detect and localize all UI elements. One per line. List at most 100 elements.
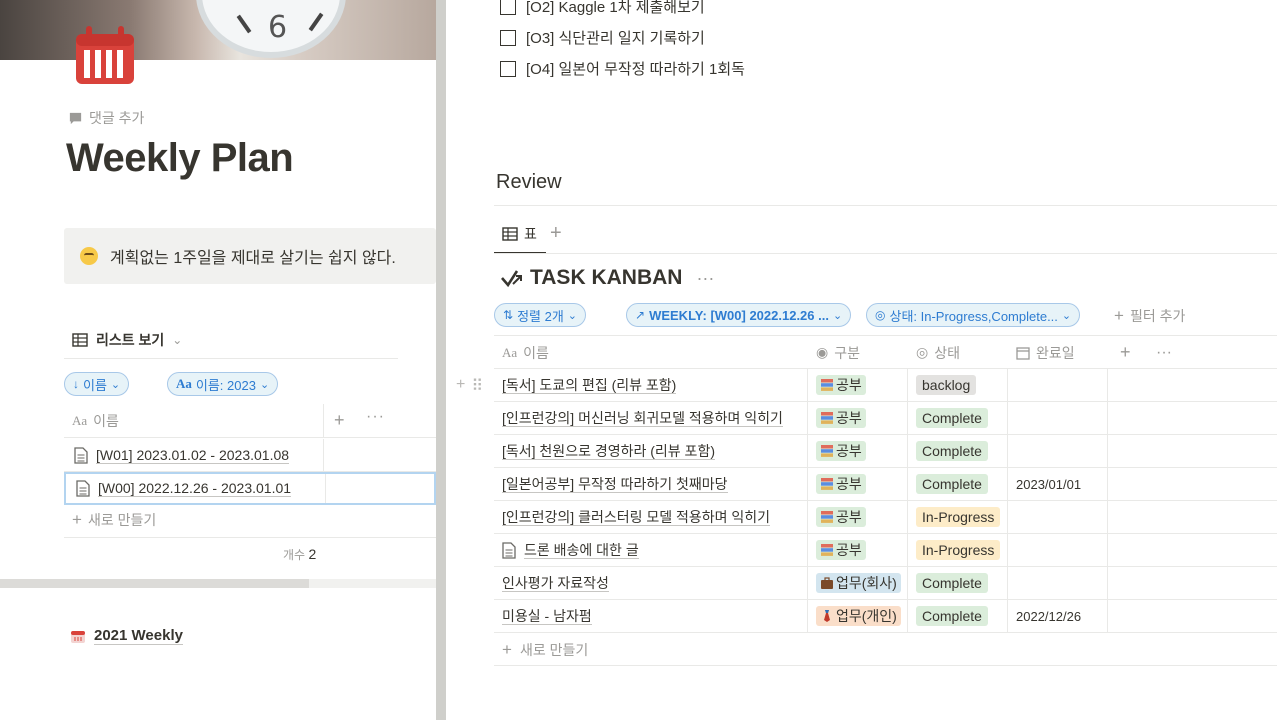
row-drag-handle[interactable]: + ⠿ <box>456 376 483 396</box>
document-icon <box>502 541 516 559</box>
checkbox[interactable] <box>500 60 516 77</box>
column-label: 이름 <box>93 412 119 429</box>
type-tag[interactable]: 업무(개인) <box>816 606 901 626</box>
row-name[interactable]: [인프런강의] 클러스터링 모델 적용하며 익히기 <box>502 509 771 526</box>
date-cell[interactable] <box>1008 534 1108 566</box>
date-cell[interactable] <box>1008 369 1108 401</box>
chevron-down-icon: ⌄ <box>110 378 121 391</box>
checkbox[interactable] <box>500 0 516 15</box>
sort-pill[interactable]: ↓ 이름 ⌄ <box>64 372 130 396</box>
database-title[interactable]: TASK KANBAN ··· <box>500 266 714 290</box>
add-comment-label: 댓글 추가 <box>89 110 145 126</box>
left-panel: 6 댓글 추가 Weekly Plan 계획없는 1주일을 제대로 살기는 쉽지… <box>0 0 436 720</box>
column-header-name[interactable]: Aa 이름 <box>64 403 324 438</box>
table-row[interactable]: [W00] 2022.12.26 - 2023.01.01 <box>64 472 436 505</box>
table-row[interactable]: [독서] 도쿄의 편집 (리뷰 포함) 공부 backlog <box>494 369 1277 402</box>
status-badge[interactable]: Complete <box>916 408 988 428</box>
sort-arrows-icon: ⇅ <box>503 308 514 322</box>
more-icon[interactable]: ··· <box>1148 336 1172 369</box>
table-row[interactable]: [W01] 2023.01.02 - 2023.01.08 <box>64 439 436 472</box>
column-header-status[interactable]: ◎ 상태 <box>908 336 960 369</box>
weekly-filter-pill[interactable]: ↗ WEEKLY: [W00] 2022.12.26 ... ⌄ <box>626 303 852 327</box>
add-view-icon[interactable]: + <box>550 222 562 245</box>
table-row[interactable]: [독서] 천원으로 경영하라 (리뷰 포함) 공부 Complete <box>494 435 1277 468</box>
row-title[interactable]: [W00] 2022.12.26 - 2023.01.01 <box>98 480 292 497</box>
filter-pill[interactable]: Aa 이름: 2023 ⌄ <box>167 372 279 396</box>
plus-icon: + <box>72 510 82 529</box>
table-row[interactable]: [인프런강의] 머신러닝 회귀모델 적용하며 익히기 공부 Complete <box>494 402 1277 435</box>
column-header-date[interactable]: 완료일 <box>1008 336 1075 369</box>
date-cell[interactable]: 2023/01/01 <box>1008 468 1108 500</box>
more-icon[interactable]: ··· <box>696 268 714 289</box>
type-tag[interactable]: 공부 <box>816 441 866 461</box>
row-name[interactable]: [독서] 천원으로 경영하라 (리뷰 포함) <box>502 443 715 460</box>
type-tag[interactable]: 공부 <box>816 540 866 560</box>
tab-table-view[interactable]: 표 <box>502 224 537 244</box>
add-column-icon[interactable]: + <box>1112 336 1131 369</box>
status-badge[interactable]: In-Progress <box>916 540 1001 560</box>
more-icon[interactable]: ··· <box>366 408 385 426</box>
status-badge[interactable]: Complete <box>916 606 988 626</box>
add-filter-button[interactable]: + 필터 추가 <box>1114 306 1185 326</box>
table-row[interactable]: 인사평가 자료작성 업무(회사) Complete <box>494 567 1277 600</box>
list-view-tab[interactable]: 리스트 보기 ⌄ <box>72 330 182 350</box>
table-row[interactable]: [인프런강의] 클러스터링 모델 적용하며 익히기 공부 In-Progress <box>494 501 1277 534</box>
row-title[interactable]: [W01] 2023.01.02 - 2023.01.08 <box>96 447 290 464</box>
divider <box>494 665 1277 666</box>
date-cell[interactable] <box>1008 567 1108 599</box>
date-cell[interactable] <box>1008 501 1108 533</box>
row-name[interactable]: 드론 배송에 대한 글 <box>524 542 639 559</box>
page-link-2021-weekly[interactable]: 2021 Weekly <box>70 627 183 645</box>
callout-block[interactable]: 계획없는 1주일을 제대로 살기는 쉽지 않다. <box>64 228 436 284</box>
table-header: Aa 이름 + ··· <box>64 403 436 438</box>
status-badge[interactable]: Complete <box>916 573 988 593</box>
callout-text: 계획없는 1주일을 제대로 살기는 쉽지 않다. <box>110 250 396 267</box>
add-column-icon[interactable]: + <box>334 410 345 431</box>
date-cell[interactable] <box>1008 402 1108 434</box>
todo-item[interactable]: [O4] 일본어 무작정 따라하기 1회독 <box>500 58 745 79</box>
drag-handle-icon[interactable]: ⠿ <box>471 376 483 396</box>
date-cell[interactable]: 2022/12/26 <box>1008 600 1108 632</box>
status-badge[interactable]: Complete <box>916 474 988 494</box>
date-cell[interactable] <box>1008 435 1108 467</box>
todo-label: [O4] 일본어 무작정 따라하기 1회독 <box>526 61 745 78</box>
column-header-type[interactable]: ◉ 구분 <box>808 336 860 369</box>
row-name[interactable]: [일본어공부] 무작정 따라하기 첫째마당 <box>502 476 728 493</box>
plus-icon[interactable]: + <box>456 376 465 396</box>
sort-pill[interactable]: ⇅ 정렬 2개 ⌄ <box>494 303 587 327</box>
status-badge[interactable]: backlog <box>916 375 977 395</box>
todo-item[interactable]: [O2] Kaggle 1차 제출해보기 <box>500 0 705 17</box>
row-name[interactable]: 미용실 - 남자펌 <box>502 608 592 625</box>
type-tag[interactable]: 공부 <box>816 375 866 395</box>
table-row[interactable]: 드론 배송에 대한 글 공부 In-Progress <box>494 534 1277 567</box>
row-name[interactable]: [독서] 도쿄의 편집 (리뷰 포함) <box>502 377 677 394</box>
page-title[interactable]: Weekly Plan <box>66 136 294 181</box>
calendar-icon <box>1016 346 1030 360</box>
type-tag[interactable]: 공부 <box>816 507 866 527</box>
status-badge[interactable]: Complete <box>916 441 988 461</box>
row-count[interactable]: 개수 2 <box>283 546 316 563</box>
panel-divider[interactable] <box>436 0 446 720</box>
type-tag[interactable]: 공부 <box>816 474 866 494</box>
type-tag[interactable]: 업무(회사) <box>816 573 901 593</box>
column-label: 구분 <box>834 344 860 361</box>
checkbox[interactable] <box>500 29 516 46</box>
chevron-down-icon: ⌄ <box>172 333 183 347</box>
type-tag[interactable]: 공부 <box>816 408 866 428</box>
page-link-label: 2021 Weekly <box>94 627 183 645</box>
column-header-name[interactable]: Aa 이름 <box>494 336 549 369</box>
status-badge[interactable]: In-Progress <box>916 507 1001 527</box>
status-filter-pill[interactable]: ◎ 상태: In-Progress,Complete... ⌄ <box>866 303 1081 327</box>
row-name[interactable]: [인프런강의] 머신러닝 회귀모델 적용하며 익히기 <box>502 410 783 427</box>
todo-item[interactable]: [O3] 식단관리 일지 기록하기 <box>500 27 705 48</box>
cover-image[interactable]: 6 <box>0 0 436 60</box>
new-row-button[interactable]: + 새로 만들기 <box>502 640 588 660</box>
calendar-icon[interactable] <box>74 24 136 86</box>
scrollbar-thumb[interactable] <box>0 579 309 588</box>
section-heading[interactable]: Review <box>496 171 562 194</box>
add-comment-button[interactable]: 댓글 추가 <box>68 108 144 128</box>
table-row[interactable]: [일본어공부] 무작정 따라하기 첫째마당 공부 Complete 2023/0… <box>494 468 1277 501</box>
table-row[interactable]: 미용실 - 남자펌 업무(개인) Complete 2022/12/26 <box>494 600 1277 633</box>
row-name[interactable]: 인사평가 자료작성 <box>502 575 609 592</box>
new-row-button[interactable]: + 새로 만들기 <box>72 510 156 530</box>
